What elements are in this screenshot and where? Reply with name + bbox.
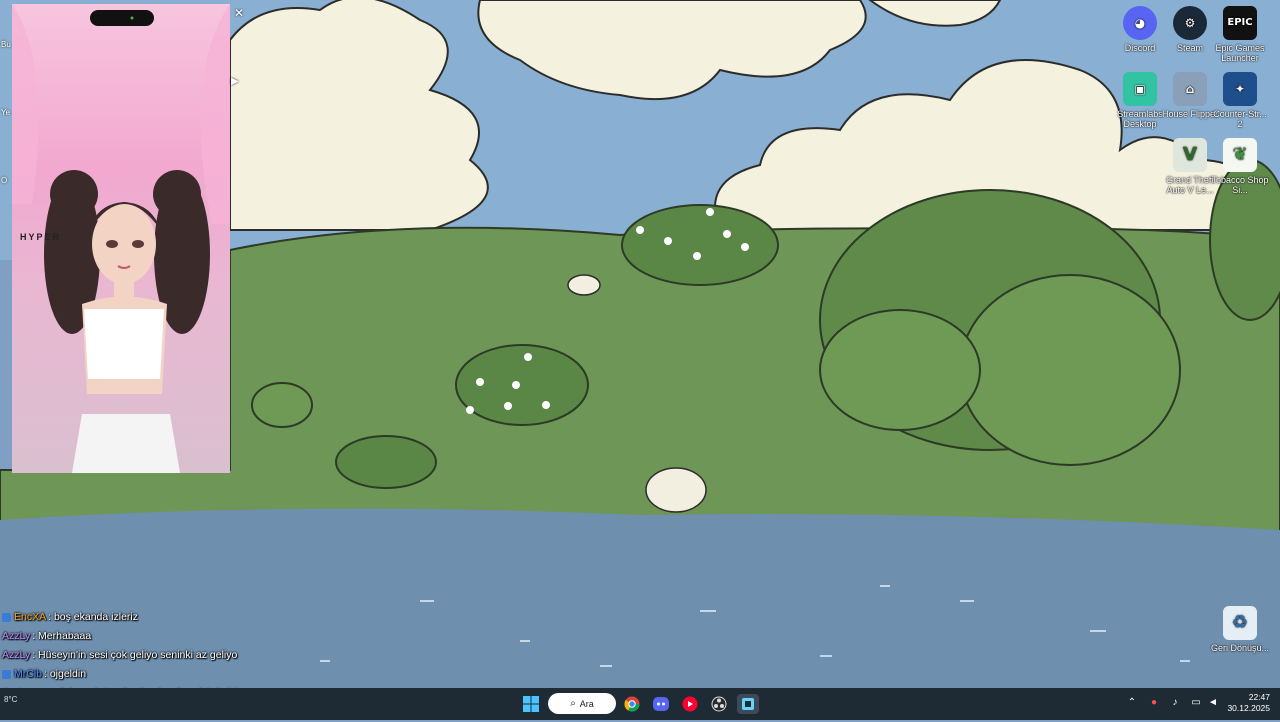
desktop-icon-tobacco-shop[interactable]: ❦ Tobacco Shop Si... xyxy=(1210,138,1270,195)
desktop-icon-label: Counter-Str... 2 xyxy=(1213,109,1267,129)
desktop-icon-recycle-bin[interactable]: ♻ Geri Dönüşü... xyxy=(1210,606,1270,653)
clock-time: 22:47 xyxy=(1248,692,1270,702)
chat-badge-icon xyxy=(2,613,11,622)
chat-username: EncXA xyxy=(14,611,47,623)
epic-games-icon: EPIC xyxy=(1223,6,1257,40)
network-icon[interactable]: ▭ xyxy=(1190,697,1202,709)
tobacco-shop-icon: ❦ xyxy=(1223,138,1257,172)
youtube-music-icon xyxy=(682,696,698,712)
left-edge-desktop-labels: Bu Ye O xyxy=(0,0,12,190)
search-icon: ⌕ xyxy=(570,698,576,709)
desktop-icon-epic-games[interactable]: EPIC Epic Games Launcher xyxy=(1210,6,1270,63)
search-label: Ara xyxy=(579,698,594,709)
microphone-icon[interactable]: ♪ xyxy=(1169,697,1181,709)
recycle-bin-icon: ♻ xyxy=(1223,606,1257,640)
discord-icon xyxy=(653,697,669,711)
start-button[interactable] xyxy=(520,694,542,714)
chat-message: MrCib: ojgeldin xyxy=(2,665,302,684)
hyperx-brand-label: HYPER xyxy=(20,232,62,242)
desktop-icon-label: Geri Dönüşü... xyxy=(1210,643,1270,653)
windows-icon xyxy=(523,696,539,712)
left-edge-label: Bu xyxy=(1,40,11,49)
taskbar-youtube-music[interactable] xyxy=(679,694,701,714)
taskbar-obs[interactable] xyxy=(708,694,730,714)
chevron-up-icon[interactable]: ⌃ xyxy=(1126,697,1138,709)
volume-icon[interactable]: ◄ xyxy=(1207,697,1219,709)
desktop-icon-counter-strike[interactable]: ✦ Counter-Str... 2 xyxy=(1210,72,1270,129)
chat-text: : Merhabaaa xyxy=(32,630,92,642)
chat-username: AzzLy xyxy=(2,630,31,642)
chat-text: : ojgeldin xyxy=(44,668,87,680)
left-edge-label: O xyxy=(1,176,8,185)
weather-widget[interactable]: 8°C xyxy=(4,692,17,704)
chrome-icon xyxy=(624,696,640,712)
chat-username: AzzLy xyxy=(2,649,31,661)
clock-date: 30.12.2025 xyxy=(1227,703,1270,713)
taskbar-search[interactable]: ⌕ Ara xyxy=(548,693,616,714)
desktop-icon-label: Epic Games Launcher xyxy=(1215,43,1265,63)
taskbar-chrome[interactable] xyxy=(621,694,643,714)
chat-badge-icon xyxy=(2,670,11,679)
taskbar-active-app[interactable] xyxy=(737,694,759,714)
chat-text: : boş ekanda izleriz xyxy=(48,611,138,623)
chat-message: AzzLy: Merhabaaa xyxy=(2,627,302,646)
chat-message: EncXA: boş ekanda izleriz xyxy=(2,608,302,627)
vtuber-avatar-panel: HYPER xyxy=(12,4,230,473)
streamlabs-icon: ▣ xyxy=(1123,72,1157,106)
chat-message: AzzLy: Hüseyin'in sesi çok geliyo senink… xyxy=(2,646,302,665)
counter-strike-icon: ✦ xyxy=(1223,72,1257,106)
chevron-right-icon[interactable]: ▶ xyxy=(231,76,239,88)
taskbar-discord[interactable] xyxy=(650,694,672,714)
gta-v-icon: V xyxy=(1173,138,1207,172)
steam-icon: ⚙ xyxy=(1173,6,1207,40)
obs-icon xyxy=(711,696,727,712)
chat-text: : Hüseyin'in sesi çok geliyo seninki az … xyxy=(32,649,238,661)
chat-username: MrCib xyxy=(14,668,42,680)
taskbar-clock[interactable]: 22:47 30.12.2025 xyxy=(1226,692,1270,714)
close-icon[interactable]: ✕ xyxy=(234,6,246,20)
streamlabs-tray-icon[interactable]: ● xyxy=(1148,697,1160,709)
weather-temperature: 8°C xyxy=(4,695,18,704)
left-edge-label: Ye xyxy=(1,108,11,117)
app-icon xyxy=(742,698,754,710)
desktop-icon-label: Tobacco Shop Si... xyxy=(1211,175,1269,195)
discord-icon: ◕ xyxy=(1123,6,1157,40)
house-flipper-icon: ⌂ xyxy=(1173,72,1207,106)
